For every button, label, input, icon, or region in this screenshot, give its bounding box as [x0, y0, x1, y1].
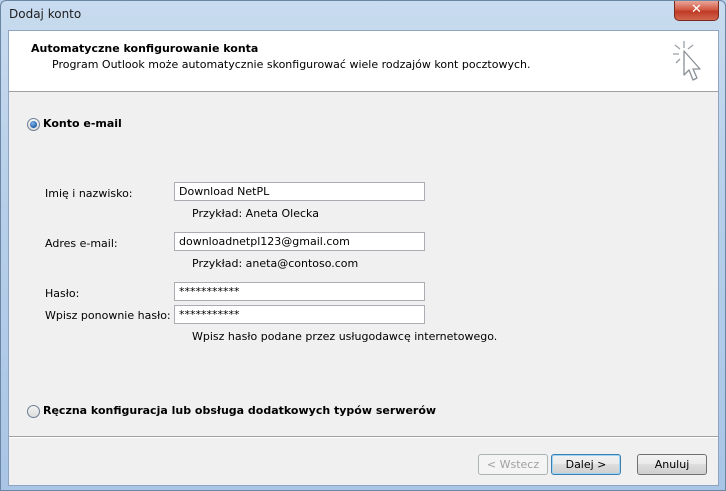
- dialog-content: Automatyczne konfigurowanie konta Progra…: [8, 30, 719, 486]
- email-account-radio[interactable]: [27, 118, 40, 131]
- password-label: Hasło:: [45, 287, 80, 300]
- email-account-label[interactable]: Konto e-mail: [43, 117, 122, 130]
- cursor-sparkle-icon: [673, 41, 701, 81]
- name-field[interactable]: Download NetPL: [174, 182, 425, 201]
- next-button[interactable]: Dalej >: [551, 454, 621, 475]
- name-label: Imię i nazwisko:: [45, 187, 133, 200]
- cancel-button[interactable]: Anuluj: [637, 454, 707, 475]
- dialog-window: Dodaj konto ✕ Automatyczne konfigurowani…: [0, 0, 726, 491]
- footer-divider: [9, 436, 718, 438]
- back-button[interactable]: < Wstecz: [478, 454, 548, 475]
- title-bar[interactable]: Dodaj konto ✕: [1, 1, 725, 27]
- manual-config-label[interactable]: Ręczna konfiguracja lub obsługa dodatkow…: [43, 404, 436, 417]
- close-button[interactable]: ✕: [674, 1, 719, 21]
- page-subtitle: Program Outlook może automatycznie skonf…: [52, 58, 531, 71]
- window-title: Dodaj konto: [9, 7, 82, 21]
- name-hint: Przykład: Aneta Olecka: [192, 207, 319, 220]
- close-icon: ✕: [691, 2, 702, 17]
- email-label: Adres e-mail:: [45, 237, 118, 250]
- email-field[interactable]: downloadnetpl123@gmail.com: [174, 232, 425, 251]
- manual-config-radio[interactable]: [27, 405, 40, 418]
- password-repeat-label: Wpisz ponownie hasło:: [45, 309, 171, 322]
- password-hint: Wpisz hasło podane przez usługodawcę int…: [192, 330, 498, 343]
- password-repeat-field[interactable]: ***********: [174, 305, 425, 324]
- page-title: Automatyczne konfigurowanie konta: [31, 42, 259, 55]
- password-field[interactable]: ***********: [174, 282, 425, 301]
- wizard-header: Automatyczne konfigurowanie konta Progra…: [9, 31, 718, 92]
- email-hint: Przykład: aneta@contoso.com: [192, 257, 359, 270]
